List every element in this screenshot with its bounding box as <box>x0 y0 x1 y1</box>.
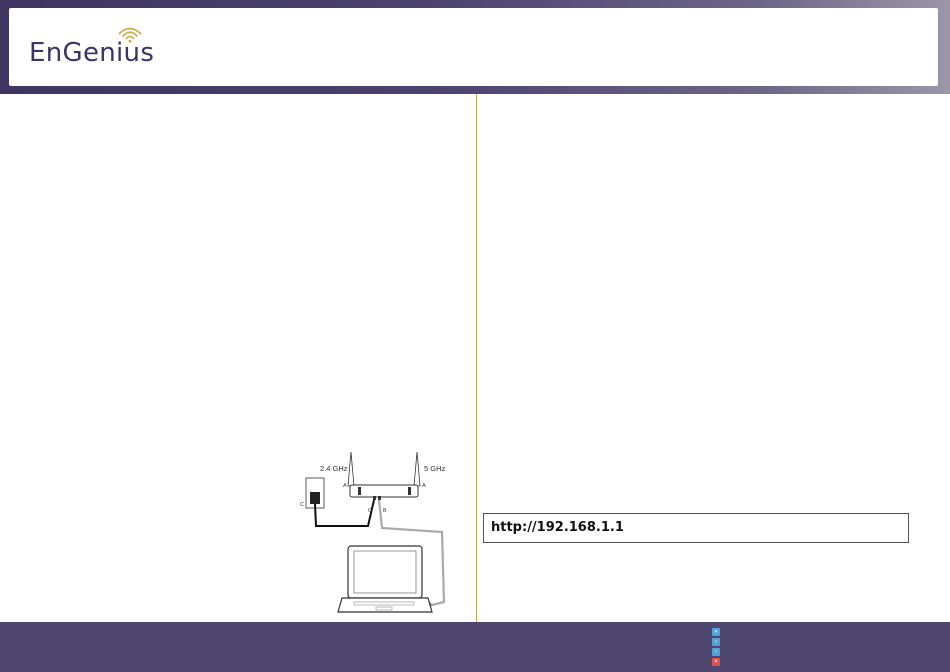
previous-page-icon[interactable]: ‹ <box>712 638 720 646</box>
url-text: http://192.168.1.1 <box>491 520 624 535</box>
port-label-b: B <box>383 508 387 514</box>
antenna-label-a-left: A <box>343 483 347 489</box>
power-adapter <box>310 492 320 504</box>
setup-diagram: 2.4 GHz 5 GHz A A C C B B <box>300 451 446 613</box>
antenna-label-a-right: A <box>422 483 426 489</box>
footer-band: « ‹ › × <box>0 622 950 672</box>
port-label-c: C <box>368 508 372 514</box>
first-page-icon[interactable]: « <box>712 628 720 636</box>
antenna-right <box>413 451 421 487</box>
url-box: http://192.168.1.1 <box>483 513 909 543</box>
header-band: EnGenius <box>0 0 950 94</box>
close-icon[interactable]: × <box>712 658 720 666</box>
antenna-left <box>347 451 355 487</box>
band-label-5g: 5 GHz <box>424 464 446 473</box>
page-navigation: « ‹ › × <box>712 628 722 668</box>
column-divider <box>476 94 477 622</box>
wifi-waves-icon <box>118 27 142 43</box>
band-label-2g: 2.4 GHz <box>320 464 348 473</box>
header-card: EnGenius <box>9 8 938 86</box>
next-page-icon[interactable]: › <box>712 648 720 656</box>
port-label-c-outlet: C <box>300 502 304 508</box>
